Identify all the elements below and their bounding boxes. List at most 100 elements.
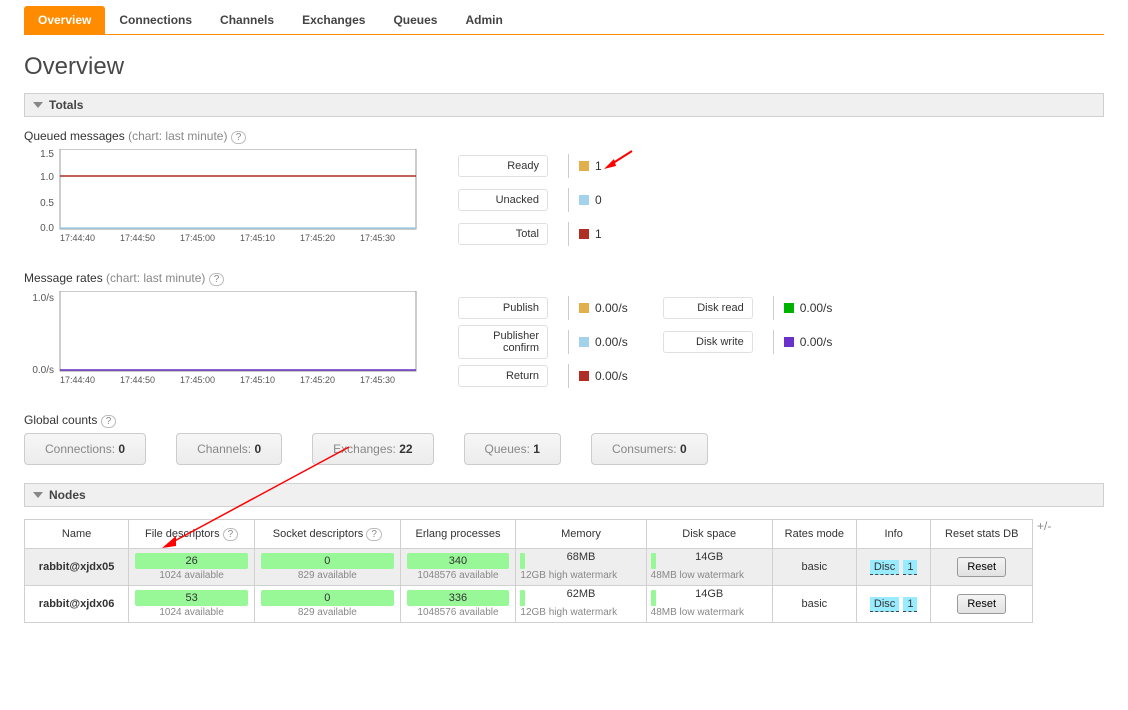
col-header[interactable]: Socket descriptors ?: [255, 520, 401, 549]
legend-swatch-icon: [579, 371, 589, 381]
reset-button[interactable]: Reset: [957, 557, 1006, 577]
info-tag[interactable]: 1: [903, 560, 917, 575]
reset-button[interactable]: Reset: [957, 594, 1006, 614]
queued-messages-heading: Queued messages (chart: last minute) ?: [24, 129, 1104, 143]
col-header[interactable]: Name: [25, 520, 129, 549]
node-name[interactable]: rabbit@xjdx06: [25, 586, 129, 623]
legend-label[interactable]: Disk write: [663, 331, 753, 353]
queued-messages-chart: 1.5 1.0 0.5 0.0 17:44:40 17:44:50 17:45:…: [24, 149, 418, 244]
table-cell: 0829 available: [255, 586, 401, 623]
svg-text:1.0: 1.0: [40, 172, 54, 183]
legend-swatch-icon: [579, 229, 589, 239]
nav-tab-overview[interactable]: Overview: [24, 6, 105, 34]
nav-tab-channels[interactable]: Channels: [206, 6, 288, 34]
global-counts-heading: Global counts ?: [24, 413, 1104, 427]
chevron-down-icon: [33, 102, 43, 108]
legend-swatch-icon: [579, 161, 589, 171]
legend-value: 0.00/s: [595, 301, 628, 315]
col-header[interactable]: Reset stats DB: [931, 520, 1033, 549]
col-header[interactable]: File descriptors ?: [129, 520, 255, 549]
svg-text:1.5: 1.5: [40, 149, 54, 160]
page-title: Overview: [24, 53, 1104, 81]
table-cell: 261024 available: [129, 549, 255, 586]
table-cell: 0829 available: [255, 549, 401, 586]
stat-channels[interactable]: Channels: 0: [176, 433, 282, 465]
svg-text:17:44:50: 17:44:50: [120, 233, 155, 243]
legend-label[interactable]: Publisher confirm: [458, 325, 548, 359]
legend-label[interactable]: Ready: [458, 155, 548, 177]
rates-mode: basic: [772, 549, 856, 586]
nodes-header[interactable]: Nodes: [24, 483, 1104, 507]
col-header[interactable]: Memory: [516, 520, 646, 549]
legend-swatch-icon: [784, 337, 794, 347]
stat-consumers[interactable]: Consumers: 0: [591, 433, 708, 465]
message-rates-heading: Message rates (chart: last minute) ?: [24, 271, 1104, 285]
svg-text:17:44:40: 17:44:40: [60, 233, 95, 243]
svg-text:17:45:30: 17:45:30: [360, 233, 395, 243]
nodes-table: NameFile descriptors ?Socket descriptors…: [24, 519, 1033, 623]
node-name[interactable]: rabbit@xjdx05: [25, 549, 129, 586]
nav-tab-queues[interactable]: Queues: [379, 6, 451, 34]
nav-tab-exchanges[interactable]: Exchanges: [288, 6, 379, 34]
message-rates-chart: 1.0/s 0.0/s 17:44:40 17:44:50 17:45:00 1…: [24, 291, 418, 386]
legend-label[interactable]: Total: [458, 223, 548, 245]
col-header[interactable]: Info: [856, 520, 931, 549]
table-cell: 62MB12GB high watermark: [516, 586, 646, 623]
help-icon[interactable]: ?: [231, 131, 247, 144]
help-icon[interactable]: ?: [101, 415, 117, 428]
info-tag[interactable]: 1: [903, 597, 917, 612]
table-cell: 3361048576 available: [400, 586, 516, 623]
legend-label[interactable]: Disk read: [663, 297, 753, 319]
stat-exchanges[interactable]: Exchanges: 22: [312, 433, 433, 465]
legend-value: 0.00/s: [800, 335, 833, 349]
main-nav: OverviewConnectionsChannelsExchangesQueu…: [24, 6, 1104, 35]
help-icon[interactable]: ?: [209, 273, 225, 286]
svg-text:17:44:40: 17:44:40: [60, 375, 95, 385]
svg-text:0.0: 0.0: [40, 223, 54, 234]
svg-text:17:44:50: 17:44:50: [120, 375, 155, 385]
col-header[interactable]: Erlang processes: [400, 520, 516, 549]
col-header[interactable]: Rates mode: [772, 520, 856, 549]
info-tag[interactable]: Disc: [870, 597, 899, 612]
queued-legend: Ready 1 Unacked 0 Total 1: [458, 149, 602, 251]
legend-label[interactable]: Return: [458, 365, 548, 387]
svg-text:1.0/s: 1.0/s: [32, 293, 54, 304]
info-tag[interactable]: Disc: [870, 560, 899, 575]
table-cell: 531024 available: [129, 586, 255, 623]
col-header[interactable]: Disk space: [646, 520, 772, 549]
totals-header[interactable]: Totals: [24, 93, 1104, 117]
nav-tab-connections[interactable]: Connections: [105, 6, 206, 34]
legend-value: 0.00/s: [595, 369, 628, 383]
table-cell: 14GB48MB low watermark: [646, 549, 772, 586]
info-cell: Disc 1: [856, 549, 931, 586]
svg-text:17:45:00: 17:45:00: [180, 375, 215, 385]
help-icon[interactable]: ?: [366, 528, 382, 541]
chevron-down-icon: [33, 492, 43, 498]
legend-value: 0.00/s: [800, 301, 833, 315]
stat-connections[interactable]: Connections: 0: [24, 433, 146, 465]
svg-text:17:45:00: 17:45:00: [180, 233, 215, 243]
svg-text:17:45:20: 17:45:20: [300, 233, 335, 243]
stat-queues[interactable]: Queues: 1: [464, 433, 561, 465]
info-cell: Disc 1: [856, 586, 931, 623]
rates-legend: Publish 0.00/s Publisher confirm 0.00/s Retu…: [458, 291, 867, 393]
legend-value: 1: [595, 159, 602, 173]
svg-text:17:45:20: 17:45:20: [300, 375, 335, 385]
rates-mode: basic: [772, 586, 856, 623]
help-icon[interactable]: ?: [223, 528, 239, 541]
annotation-arrow-icon: [604, 149, 634, 169]
table-cell: 68MB12GB high watermark: [516, 549, 646, 586]
legend-swatch-icon: [784, 303, 794, 313]
legend-swatch-icon: [579, 337, 589, 347]
legend-value: 0: [595, 193, 602, 207]
legend-value: 1: [595, 227, 602, 241]
global-counts: Connections: 0 Channels: 0 Exchanges: 22 Qu…: [24, 433, 1104, 465]
legend-value: 0.00/s: [595, 335, 628, 349]
table-cell: 3401048576 available: [400, 549, 516, 586]
legend-label[interactable]: Unacked: [458, 189, 548, 211]
table-cell: 14GB48MB low watermark: [646, 586, 772, 623]
legend-label[interactable]: Publish: [458, 297, 548, 319]
add-remove-columns[interactable]: +/-: [1033, 519, 1051, 533]
nav-tab-admin[interactable]: Admin: [451, 6, 516, 34]
svg-text:0.0/s: 0.0/s: [32, 365, 54, 376]
